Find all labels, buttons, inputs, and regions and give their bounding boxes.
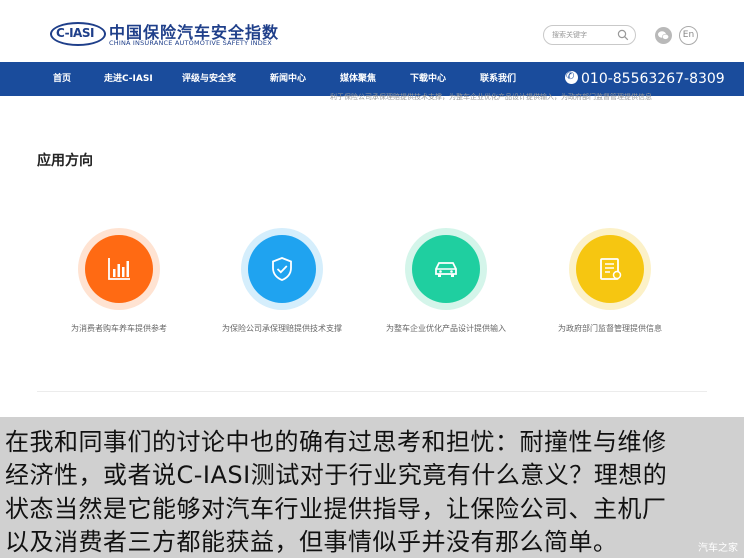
page: C-IASI 中国保险汽车安全指数 CHINA INSURANCE AUTOMO…: [0, 0, 744, 558]
watermark: 汽车之家: [698, 543, 738, 554]
caption-line: 经济性，或者说C-IASI测试对于行业究竟有什么意义？理想的: [5, 461, 668, 489]
feature-government: 为政府部门监督管理提供信息: [530, 228, 690, 348]
site-header: C-IASI 中国保险汽车安全指数 CHINA INSURANCE AUTOMO…: [0, 0, 744, 62]
feature-automakers: 为整车企业优化产品设计提供输入: [366, 228, 526, 348]
feature-circle: [78, 228, 160, 310]
wechat-icon[interactable]: [655, 27, 672, 44]
search-icon[interactable]: [617, 29, 629, 41]
caption-line: 以及消费者三方都能获益，但事情似乎并没有那么简单。: [5, 528, 618, 556]
nav-item-home[interactable]: 首页: [53, 62, 71, 96]
main-nav: 首页 走进C-IASI 评级与安全奖 新闻中心 媒体聚焦 下载中心 联系我们 0…: [0, 60, 744, 96]
search-input[interactable]: [552, 28, 616, 42]
shield-check-icon: [272, 257, 292, 281]
bar-chart-icon: [108, 258, 130, 280]
car-icon: [435, 262, 457, 277]
feature-circle: [241, 228, 323, 310]
logo-ciasi-text: C-IASI: [56, 26, 94, 40]
feature-insurers: 为保险公司承保理赔提供技术支撑: [202, 228, 362, 348]
nav-item-news[interactable]: 新闻中心: [270, 62, 306, 96]
logo-english-name: CHINA INSURANCE AUTOMOTIVE SAFETY INDEX: [109, 39, 272, 47]
feature-label: 为政府部门监督管理提供信息: [558, 324, 662, 333]
feature-circle: [405, 228, 487, 310]
feature-circle: [569, 228, 651, 310]
nav-item-about[interactable]: 走进C-IASI: [104, 62, 153, 96]
feature-consumers: 为消费者购车养车提供参考: [39, 228, 199, 348]
nav-item-media[interactable]: 媒体聚焦: [340, 62, 376, 96]
language-switch-button[interactable]: En: [679, 26, 698, 45]
phone-text: 010-85563267-8309: [581, 71, 725, 87]
nav-item-ratings[interactable]: 评级与安全奖: [182, 62, 236, 96]
search-box[interactable]: [543, 25, 636, 45]
caption-line: 在我和同事们的讨论中也的确有过思考和担忧：耐撞性与维修: [5, 428, 667, 456]
phone-number: 010-85563267-8309: [565, 60, 725, 96]
feature-label: 为消费者购车养车提供参考: [71, 324, 167, 333]
section-divider: [37, 391, 707, 392]
caption-line: 状态当然是它能够对汽车行业提供指导，让保险公司、主机厂: [5, 495, 667, 523]
phone-icon: [565, 60, 578, 94]
caption-overlay: 在我和同事们的讨论中也的确有过思考和担忧：耐撞性与维修 经济性，或者说C-IAS…: [0, 417, 744, 558]
nav-item-downloads[interactable]: 下载中心: [410, 62, 446, 96]
report-icon: [600, 258, 622, 280]
section-title: 应用方向: [37, 153, 93, 169]
feature-label: 为保险公司承保理赔提供技术支撑: [222, 324, 342, 333]
feature-label: 为整车企业优化产品设计提供输入: [386, 324, 506, 333]
overflow-text: 利于保险公司承保理赔提供技术支撑，为整车企业优化产品设计提供输入，为政府部门监督…: [330, 93, 652, 101]
nav-item-contact[interactable]: 联系我们: [480, 62, 516, 96]
ciasi-logo[interactable]: C-IASI 中国保险汽车安全指数 CHINA INSURANCE AUTOMO…: [50, 19, 278, 51]
